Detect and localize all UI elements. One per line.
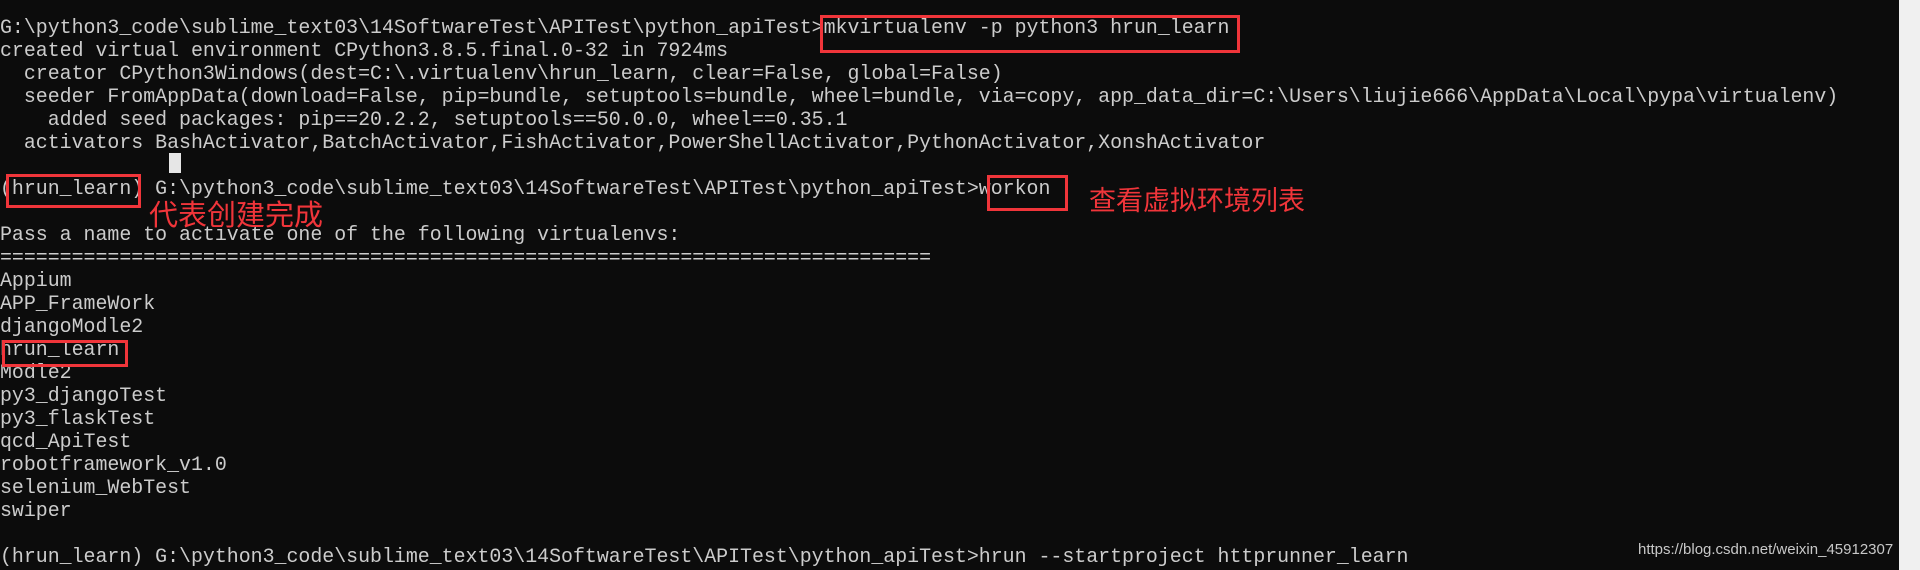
terminal-line: hrun_learn (0, 338, 120, 361)
text-cursor (169, 153, 181, 173)
terminal-line: seeder FromAppData(download=False, pip=b… (0, 85, 1839, 108)
terminal-line: activators BashActivator,BatchActivator,… (0, 131, 1266, 154)
highlight-hrun-learn-entry (2, 340, 128, 367)
terminal-line: qcd_ApiTest (0, 430, 132, 453)
terminal-line: Appium (0, 269, 72, 292)
terminal-line: swiper (0, 499, 72, 522)
terminal-output: G:\python3_code\sublime_text03\14Softwar… (0, 16, 1838, 568)
highlight-workon-command (987, 175, 1068, 211)
terminal-line: robotframework_v1.0 (0, 453, 227, 476)
annotation-workon: 查看虚拟环境列表 (1089, 186, 1305, 217)
terminal-line: creator CPython3Windows(dest=C:\.virtual… (0, 62, 1003, 85)
terminal-line: added seed packages: pip==20.2.2, setupt… (0, 108, 848, 131)
terminal-line: py3_flaskTest (0, 407, 156, 430)
terminal-line: selenium_WebTest (0, 476, 191, 499)
highlight-active-env-prefix (6, 174, 141, 208)
watermark: https://blog.csdn.net/weixin_45912307 (1638, 541, 1894, 558)
terminal-line: Modle2 (0, 361, 72, 384)
annotation-created: 代表创建完成 (149, 198, 324, 232)
terminal-line: djangoModle2 (0, 315, 144, 338)
terminal-line: APP_FrameWork (0, 292, 156, 315)
terminal-line: py3_djangoTest (0, 384, 168, 407)
highlight-mkvirtualenv-command (820, 15, 1240, 53)
terminal-line: (hrun_learn) G:\python3_code\sublime_tex… (0, 545, 1409, 568)
terminal-line: ========================================… (0, 246, 932, 269)
terminal-window[interactable]: G:\python3_code\sublime_text03\14Softwar… (0, 0, 1899, 570)
